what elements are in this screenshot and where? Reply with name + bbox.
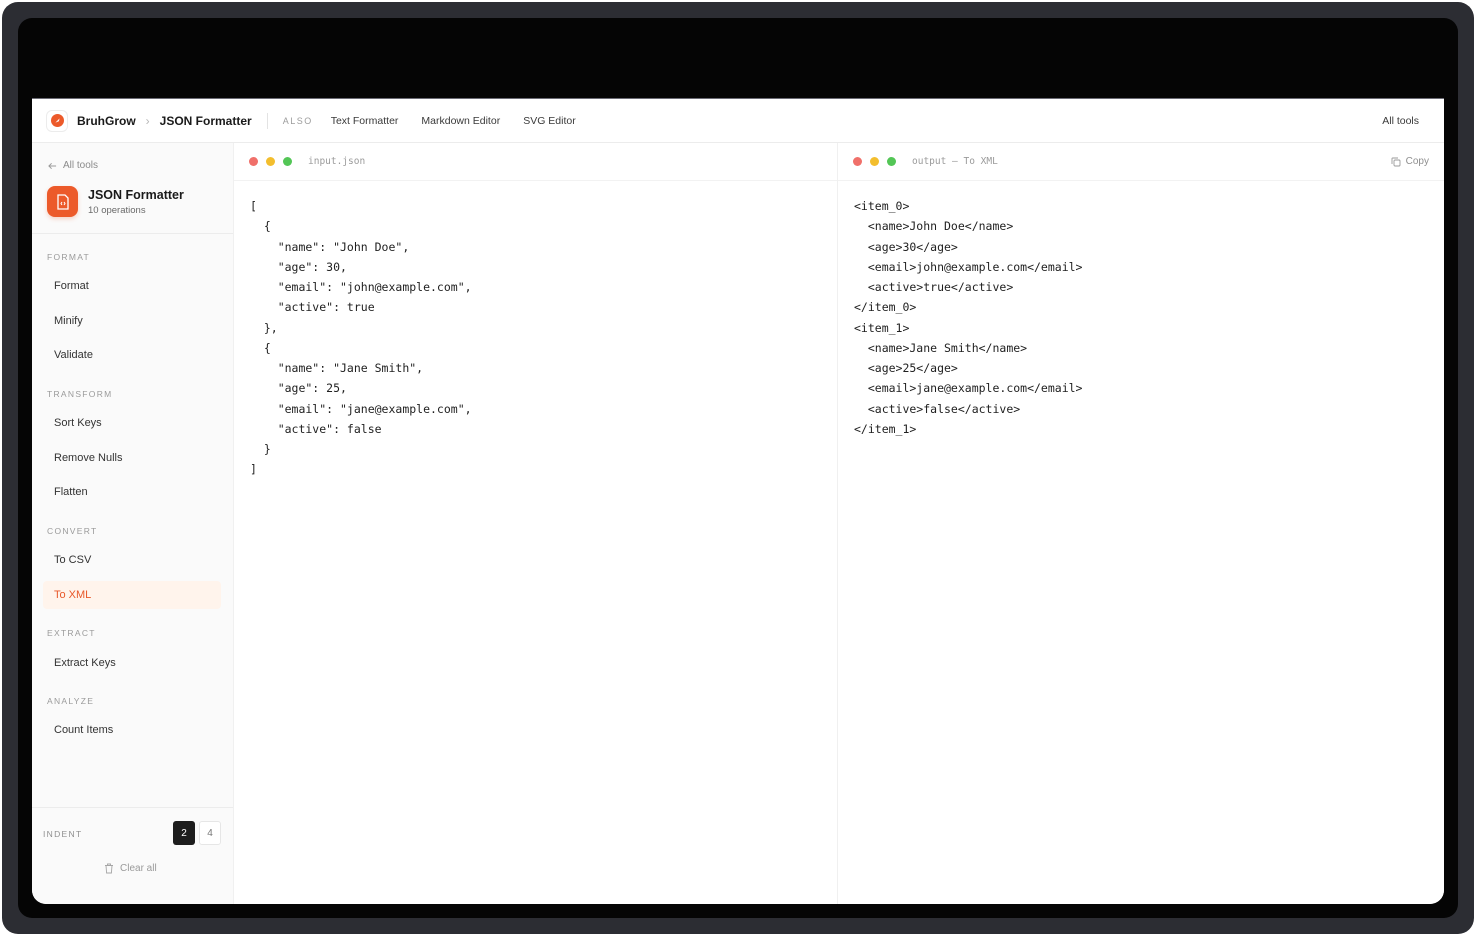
also-label: ALSO <box>282 115 313 126</box>
nav-item-format[interactable]: Format <box>43 272 221 300</box>
green-dot-icon <box>887 157 896 166</box>
breadcrumb-chevron-icon: › <box>145 113 150 128</box>
section-label-convert: CONVERT <box>47 526 98 536</box>
arrow-left-icon <box>48 162 57 169</box>
yellow-dot-icon <box>870 157 879 166</box>
nav-item-remove-nulls[interactable]: Remove Nulls <box>43 444 221 472</box>
all-tools-link[interactable]: All tools <box>1382 115 1419 127</box>
json-file-icon <box>47 186 78 217</box>
nav-item-extract-keys[interactable]: Extract Keys <box>43 649 221 677</box>
tool-title: JSON Formatter <box>88 187 184 202</box>
brand-name[interactable]: BruhGrow <box>77 114 136 128</box>
input-pane-header: input.json <box>234 143 837 181</box>
section-label-transform: TRANSFORM <box>47 389 113 399</box>
tool-header: JSON Formatter 10 operations <box>47 186 184 217</box>
output-pane-header: output — To XML Copy <box>838 143 1444 181</box>
copy-icon <box>1391 157 1401 166</box>
red-dot-icon <box>249 157 258 166</box>
device-frame: BruhGrow › JSON Formatter ALSO Text Form… <box>2 2 1474 934</box>
nav-item-flatten[interactable]: Flatten <box>43 478 221 506</box>
screen: BruhGrow › JSON Formatter ALSO Text Form… <box>18 18 1458 918</box>
nav-item-validate[interactable]: Validate <box>43 341 221 369</box>
input-pane: input.json [ { "name": "John Doe", "age"… <box>234 143 838 904</box>
tool-subtitle: 10 operations <box>88 204 146 216</box>
back-to-all-tools[interactable]: All tools <box>48 160 98 171</box>
link-markdown-editor[interactable]: Markdown Editor <box>421 115 500 127</box>
brand-logo-icon[interactable] <box>46 109 68 132</box>
nav-item-sort-keys[interactable]: Sort Keys <box>43 409 221 437</box>
sidebar: All tools JSON Formatter 10 operations F… <box>32 143 234 904</box>
top-bar: BruhGrow › JSON Formatter ALSO Text Form… <box>32 99 1444 143</box>
red-dot-icon <box>853 157 862 166</box>
link-text-formatter[interactable]: Text Formatter <box>331 115 399 127</box>
indent-option-2[interactable]: 2 <box>173 821 195 845</box>
nav-item-to-xml[interactable]: To XML <box>43 581 221 609</box>
copy-button[interactable]: Copy <box>1391 156 1429 167</box>
nav-item-minify[interactable]: Minify <box>43 307 221 335</box>
divider <box>266 112 268 129</box>
section-label-analyze: ANALYZE <box>47 696 95 706</box>
divider <box>32 233 233 234</box>
output-pane: output — To XML Copy <item_0> <name>John… <box>838 143 1444 904</box>
input-filename: input.json <box>308 156 366 167</box>
input-editor[interactable]: [ { "name": "John Doe", "age": 30, "emai… <box>234 181 837 480</box>
indent-label: INDENT <box>43 829 83 839</box>
indent-option-4[interactable]: 4 <box>199 821 221 845</box>
divider <box>32 807 233 808</box>
output-viewer: <item_0> <name>John Doe</name> <age>30</… <box>854 199 1083 436</box>
clear-all-label: Clear all <box>120 863 157 874</box>
section-label-format: FORMAT <box>47 252 91 262</box>
green-dot-icon <box>283 157 292 166</box>
nav-item-count-items[interactable]: Count Items <box>43 716 221 744</box>
app-window: BruhGrow › JSON Formatter ALSO Text Form… <box>32 98 1444 904</box>
breadcrumb-current: JSON Formatter <box>159 113 252 128</box>
section-label-extract: EXTRACT <box>47 628 96 638</box>
output-filename: output — To XML <box>912 156 998 167</box>
link-svg-editor[interactable]: SVG Editor <box>523 115 576 127</box>
copy-label: Copy <box>1405 156 1429 167</box>
yellow-dot-icon <box>266 157 275 166</box>
back-label: All tools <box>63 160 99 171</box>
nav-item-to-csv[interactable]: To CSV <box>43 546 221 574</box>
clear-all-button[interactable]: Clear all <box>104 863 157 874</box>
trash-icon <box>105 863 113 874</box>
